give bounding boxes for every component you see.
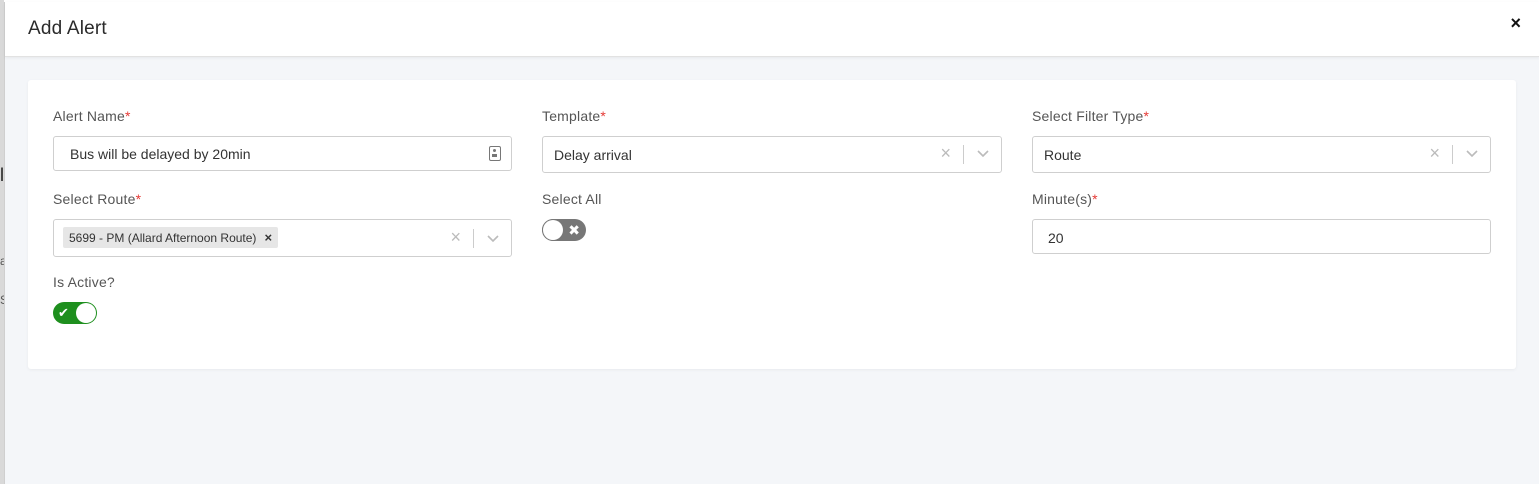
- route-chip-label: 5699 - PM (Allard Afternoon Route): [69, 230, 257, 245]
- template-label: Template*: [542, 108, 607, 124]
- alert-name-label: Alert Name*: [53, 108, 131, 124]
- required-mark: *: [1143, 108, 1150, 124]
- clear-icon[interactable]: ×: [1429, 143, 1440, 163]
- x-icon: ✖: [568, 222, 580, 238]
- select-separator: [473, 229, 474, 248]
- filter-type-label: Select Filter Type*: [1032, 108, 1150, 124]
- is-active-toggle[interactable]: ✔: [53, 302, 97, 324]
- chevron-down-icon[interactable]: [976, 146, 990, 160]
- toggle-knob: [76, 303, 96, 323]
- required-mark: *: [1092, 191, 1098, 207]
- required-mark: *: [600, 108, 607, 124]
- modal-title: Add Alert: [28, 18, 107, 39]
- is-active-label: Is Active?: [53, 274, 115, 290]
- route-chip: 5699 - PM (Allard Afternoon Route) ×: [63, 227, 279, 248]
- select-all-label: Select All: [542, 191, 602, 207]
- minutes-input[interactable]: 20: [1032, 219, 1491, 254]
- required-mark: *: [135, 191, 142, 207]
- add-alert-modal: Add Alert × Alert Name* Bus will be dela…: [4, 2, 1539, 484]
- template-value: Delay arrival: [554, 147, 632, 163]
- route-label: Select Route*: [53, 191, 142, 207]
- select-separator: [1452, 145, 1453, 164]
- chevron-down-icon[interactable]: [1465, 146, 1479, 160]
- route-multiselect[interactable]: 5699 - PM (Allard Afternoon Route) × ×: [53, 219, 512, 257]
- chevron-down-icon[interactable]: [486, 231, 500, 245]
- alert-name-value: Bus will be delayed by 20min: [70, 146, 251, 162]
- clear-icon[interactable]: ×: [940, 143, 951, 163]
- required-mark: *: [125, 108, 131, 124]
- filter-type-value: Route: [1044, 147, 1082, 163]
- close-button[interactable]: ×: [1510, 13, 1521, 33]
- alert-name-input[interactable]: Bus will be delayed by 20min: [53, 136, 512, 171]
- contact-card-icon[interactable]: [489, 146, 501, 161]
- select-all-toggle[interactable]: ✖: [542, 219, 586, 241]
- template-select[interactable]: Delay arrival ×: [542, 136, 1002, 173]
- filter-type-select[interactable]: Route ×: [1032, 136, 1491, 173]
- minutes-value: 20: [1048, 230, 1064, 246]
- toggle-knob: [543, 220, 563, 240]
- modal-header: Add Alert ×: [5, 2, 1539, 57]
- minutes-label: Minute(s)*: [1032, 191, 1098, 207]
- clear-icon[interactable]: ×: [450, 227, 461, 247]
- check-icon: ✔: [58, 305, 69, 320]
- alert-form-card: Alert Name* Bus will be delayed by 20min…: [28, 80, 1516, 369]
- remove-chip-icon[interactable]: ×: [264, 230, 272, 245]
- select-separator: [963, 145, 964, 164]
